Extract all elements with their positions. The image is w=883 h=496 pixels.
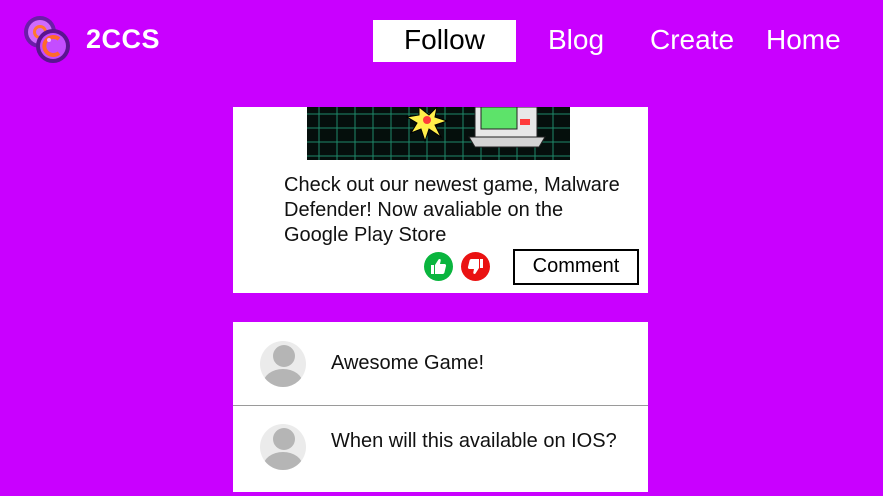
like-button[interactable] [424, 252, 453, 281]
user-avatar-icon[interactable] [260, 424, 306, 470]
brand-name[interactable]: 2CCS [86, 24, 160, 55]
avatar-shoulders-shape [263, 369, 303, 387]
thumbs-down-icon [467, 259, 483, 274]
comment-text: Awesome Game! [331, 352, 485, 374]
comment-text: When will this available on IOS? [331, 430, 617, 452]
comment-button[interactable]: Comment [513, 249, 639, 285]
nav-follow[interactable]: Follow [373, 20, 516, 62]
avatar-head-shape [273, 428, 295, 450]
retro-computer-explosion-image [307, 107, 570, 160]
coins-logo-icon[interactable] [22, 14, 72, 66]
nav-create[interactable]: Create [650, 20, 734, 62]
nav-blog[interactable]: Blog [548, 20, 604, 62]
avatar-head-shape [273, 345, 295, 367]
top-navigation-bar: 2CCS Follow Blog Create Home [0, 0, 883, 86]
thumbs-up-icon [431, 259, 447, 274]
user-avatar-icon[interactable] [260, 341, 306, 387]
comment-item: Awesome Game! [233, 322, 648, 406]
comment-item: When will this available on IOS? [233, 406, 648, 496]
avatar-shoulders-shape [263, 452, 303, 470]
comments-list: Awesome Game! When will this available o… [233, 322, 648, 492]
post-text: Check out our newest game, Malware Defen… [284, 174, 620, 246]
post-card: Check out our newest game, Malware Defen… [233, 107, 648, 293]
nav-home[interactable]: Home [766, 20, 841, 62]
dislike-button[interactable] [461, 252, 490, 281]
